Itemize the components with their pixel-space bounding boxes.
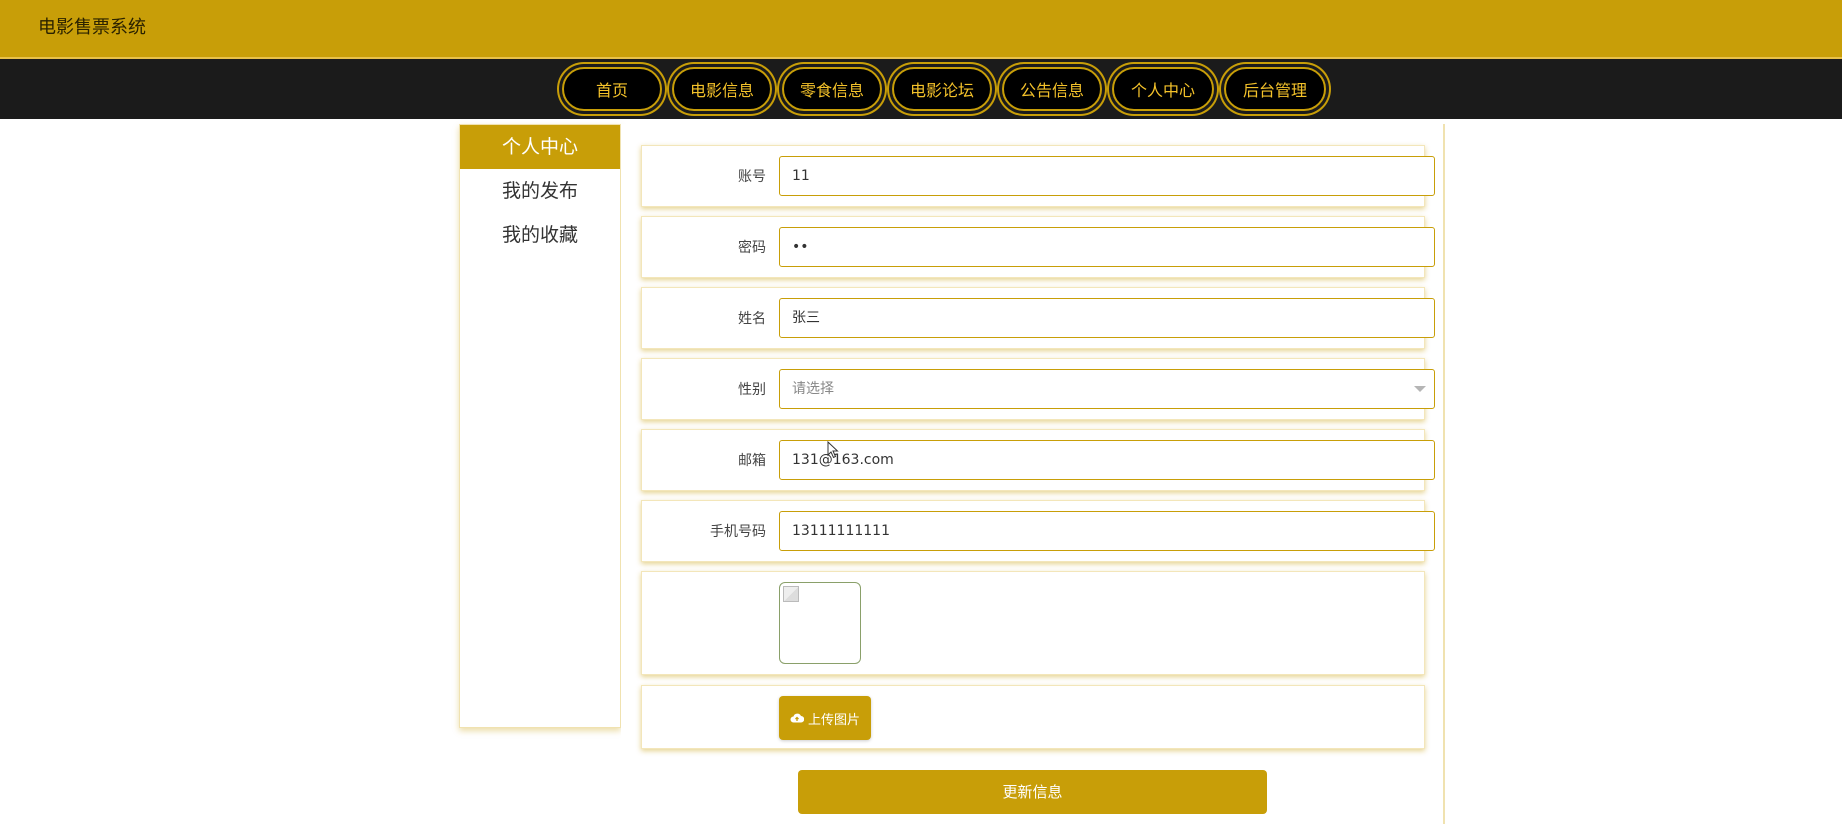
- nav-item-admin[interactable]: 后台管理: [1224, 67, 1326, 111]
- sidebar-item-my-favorites[interactable]: 我的收藏: [460, 213, 620, 257]
- main-nav: 首页 电影信息 零食信息 电影论坛 公告信息 个人中心 后台管理: [0, 59, 1842, 119]
- avatar-image: [779, 582, 861, 664]
- form-row-password: 密码 ••: [641, 216, 1435, 278]
- top-header: 电影售票系统: [0, 0, 1842, 59]
- gender-label: 性别: [738, 382, 766, 398]
- nav-item-movies[interactable]: 电影信息: [672, 67, 772, 111]
- nav-list: 首页 电影信息 零食信息 电影论坛 公告信息 个人中心 后台管理: [562, 67, 1326, 111]
- nav-item-forum[interactable]: 电影论坛: [892, 67, 992, 111]
- form-row-upload: 上传图片: [641, 685, 1425, 749]
- phone-input[interactable]: 13111111111: [779, 511, 1435, 551]
- password-input[interactable]: ••: [779, 227, 1435, 267]
- sidebar-item-personal-center[interactable]: 个人中心: [460, 125, 620, 169]
- mouse-cursor-icon: [827, 441, 839, 459]
- nav-item-home[interactable]: 首页: [562, 67, 662, 111]
- form-row-phone: 手机号码 13111111111: [641, 500, 1435, 562]
- account-input[interactable]: 11: [779, 156, 1435, 196]
- profile-form-panel: 账号 11 密码 •• 姓名 张三 性别 请选择 邮箱 131@163.com …: [621, 124, 1445, 824]
- form-row-gender: 性别 请选择: [641, 358, 1435, 420]
- site-title: 电影售票系统: [38, 17, 146, 38]
- email-label: 邮箱: [738, 453, 766, 469]
- account-label: 账号: [738, 169, 766, 185]
- upload-image-button[interactable]: 上传图片: [779, 696, 871, 740]
- name-label: 姓名: [738, 311, 766, 327]
- name-input[interactable]: 张三: [779, 298, 1435, 338]
- email-input[interactable]: 131@163.com: [779, 440, 1435, 480]
- sidebar: 个人中心 我的发布 我的收藏: [459, 124, 621, 728]
- cloud-upload-icon: [790, 713, 804, 723]
- nav-item-snacks[interactable]: 零食信息: [782, 67, 882, 111]
- phone-label: 手机号码: [710, 524, 766, 540]
- broken-image-icon: [783, 586, 799, 602]
- form-row-email: 邮箱 131@163.com: [641, 429, 1435, 491]
- gender-select-placeholder: 请选择: [792, 381, 834, 397]
- gender-select[interactable]: 请选择: [779, 369, 1435, 409]
- form-row-account: 账号 11: [641, 145, 1435, 207]
- form-row-avatar: [641, 571, 1425, 675]
- password-label: 密码: [738, 240, 766, 256]
- form-row-name: 姓名 张三: [641, 287, 1435, 349]
- update-info-button[interactable]: 更新信息: [798, 770, 1267, 814]
- chevron-down-icon: [1414, 386, 1426, 392]
- upload-button-label: 上传图片: [807, 712, 860, 728]
- sidebar-item-my-posts[interactable]: 我的发布: [460, 169, 620, 213]
- nav-item-notices[interactable]: 公告信息: [1002, 67, 1102, 111]
- nav-item-personal-center[interactable]: 个人中心: [1112, 67, 1214, 111]
